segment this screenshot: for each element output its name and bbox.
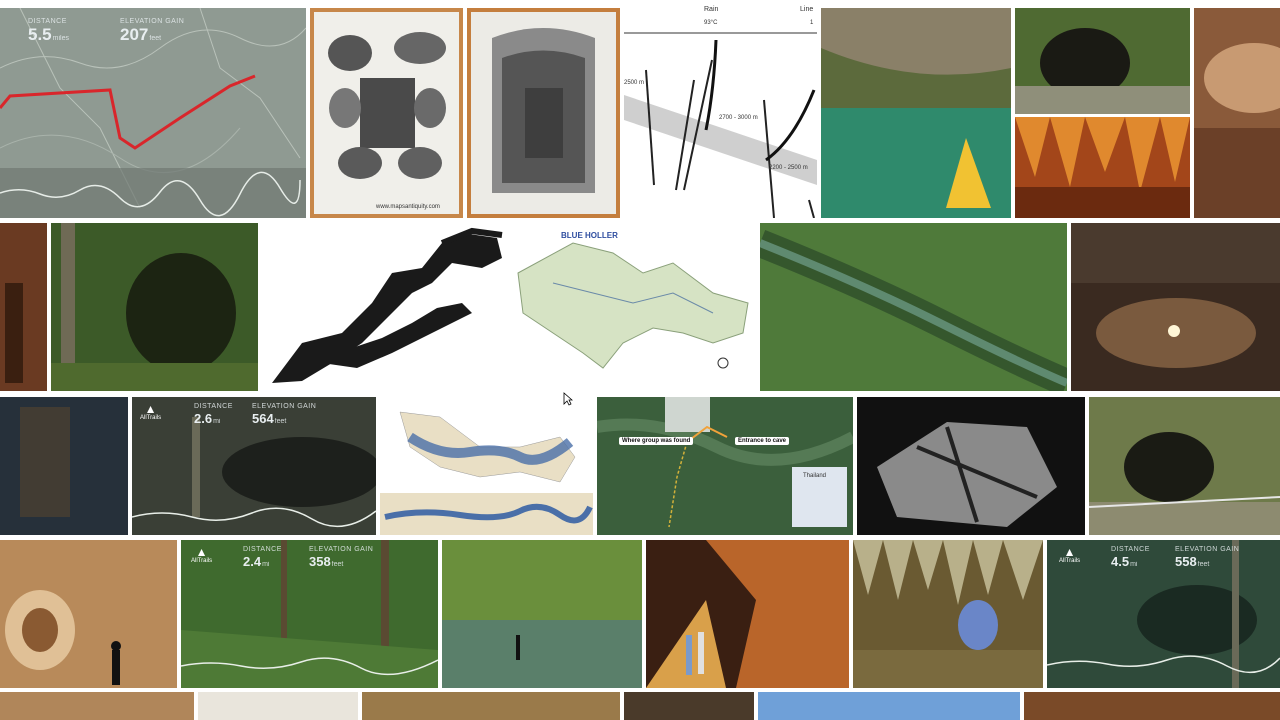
image-tile-river-forest[interactable] (442, 540, 642, 688)
cave-profile-diagram-graphic (380, 411, 593, 535)
image-tile-partial-cave-4[interactable] (1024, 692, 1280, 720)
alltrails-logo: ▲ AllTrails (1059, 545, 1081, 564)
tarp-rock-graphic (857, 397, 1085, 535)
image-tile-cave-brown-edge[interactable] (1194, 8, 1280, 218)
river-forest-graphic (442, 540, 642, 688)
engraving-caption: www.mapsantiquity.com (376, 204, 440, 210)
mountain-icon: ▲ (1063, 545, 1076, 559)
image-tile-partial-sky[interactable] (758, 692, 1020, 720)
geology-line-value: 1 (810, 20, 814, 26)
dark-cave-wall-graphic (0, 397, 128, 535)
image-tile-cave-boardwalk[interactable] (1089, 397, 1280, 535)
trail-distance-stat: DISTANCE 4.5mi (1111, 546, 1150, 569)
image-tile-tarp-rock[interactable] (857, 397, 1085, 535)
callout-group-found: Where group was found (619, 437, 694, 445)
image-tile-cave-stalactites[interactable] (853, 540, 1043, 688)
blue-holler-map-graphic (517, 242, 749, 369)
mouse-cursor-icon (563, 392, 573, 406)
image-tile-location-map[interactable]: Where group was found Entrance to cave T… (597, 397, 853, 535)
image-tile-cave-silhouette[interactable] (0, 540, 177, 688)
geology-header-rain: Rain (704, 6, 719, 13)
cave-brown-edge-graphic (1194, 8, 1280, 218)
geology-depth-label-1: 2500 m (624, 80, 645, 86)
alltrails-logo: ▲ AllTrails (191, 545, 213, 564)
cave-stalactites-graphic (853, 540, 1043, 688)
cave-silhouette-graphic (0, 540, 177, 688)
image-tile-trail-card-waterfall[interactable]: ▲ AllTrails DISTANCE 4.5mi ELEVATION GAIN… (1047, 540, 1280, 688)
lit-cave-walkway-graphic (646, 540, 849, 688)
image-tile-cave-edge-left[interactable] (0, 223, 47, 391)
cave-kayak-graphic (821, 8, 1011, 218)
trail-elevation-stat: ELEVATION GAIN 207feet (120, 18, 185, 44)
geology-depth-label-2: 2700 - 3000 m (719, 115, 758, 121)
image-tile-lit-cave-walkway[interactable] (646, 540, 849, 688)
geology-header-line: Line (800, 6, 814, 13)
image-tile-cave-lantern[interactable] (1071, 223, 1280, 391)
image-tile-engraving-cave-single[interactable] (467, 8, 620, 218)
mountain-icon: ▲ (195, 545, 208, 559)
image-tile-trail-card-cave[interactable]: ▲ AllTrails DISTANCE 2.6mi ELEVATION GAIN… (132, 397, 376, 535)
geology-depth-label-3: 2200 - 2500 m (769, 165, 808, 171)
inset-map-label: Thailand (803, 473, 827, 479)
image-tile-blue-holler-map[interactable]: BLUE HOLLER (513, 223, 756, 391)
trail-distance-stat: DISTANCE 2.4mi (243, 546, 282, 569)
engraving-graphic (314, 12, 459, 214)
image-tile-partial-cave-3[interactable] (624, 692, 754, 720)
trail-elevation-stat: ELEVATION GAIN 358feet (309, 546, 374, 569)
image-tile-cave-entrance-green[interactable] (1015, 8, 1190, 114)
image-tile-cave-survey-map[interactable] (262, 223, 509, 391)
cave-formations-orange-graphic (1015, 117, 1190, 218)
cave-edge-left-graphic (0, 223, 47, 391)
forest-cave-mouth-graphic (51, 223, 258, 391)
cave-survey-map-graphic (272, 227, 503, 383)
geology-temp-label: 93°C (704, 20, 718, 26)
cave-boardwalk-graphic (1089, 397, 1280, 535)
location-map-graphic (597, 397, 853, 535)
aerial-forest-graphic (760, 223, 1067, 391)
image-tile-geology-diagram[interactable]: Rain Line 93°C 1 2500 m 2700 - 3000 m 22… (624, 0, 817, 218)
blue-holler-title: BLUE HOLLER (561, 231, 618, 240)
image-tile-aerial-forest[interactable] (760, 223, 1067, 391)
image-tile-partial-cave-1[interactable] (0, 692, 194, 720)
cave-lantern-graphic (1071, 223, 1280, 391)
image-tile-cave-profile-diagram[interactable] (380, 397, 593, 535)
image-tile-engraving-cave-collage[interactable]: www.mapsantiquity.com (310, 8, 463, 218)
callout-cave-entrance: Entrance to cave (735, 437, 790, 445)
trail-distance-stat: DISTANCE 2.6mi (194, 403, 233, 426)
image-tile-cave-formations-orange[interactable] (1015, 117, 1190, 218)
image-tile-partial-sketch[interactable] (198, 692, 358, 720)
trail-elevation-stat: ELEVATION GAIN 558feet (1175, 546, 1240, 569)
image-tile-trail-card-forest[interactable]: ▲ AllTrails DISTANCE 2.4mi ELEVATION GAIN… (181, 540, 438, 688)
image-tile-forest-cave-mouth[interactable] (51, 223, 258, 391)
mountain-icon: ▲ (144, 402, 157, 416)
image-tile-partial-cave-2[interactable] (362, 692, 620, 720)
trail-card-waterfall-graphic (1047, 540, 1280, 688)
engraving-single-graphic (471, 12, 616, 214)
image-tile-dark-cave-wall[interactable] (0, 397, 128, 535)
trail-distance-stat: DISTANCE 5.5miles (28, 18, 69, 44)
cave-entrance-green-graphic (1015, 8, 1190, 114)
image-tile-cave-kayak[interactable] (821, 8, 1011, 218)
geology-diagram-graphic (624, 32, 817, 218)
image-tile-trail-map[interactable]: DISTANCE 5.5miles ELEVATION GAIN 207feet (0, 8, 306, 218)
alltrails-logo: ▲ AllTrails (140, 402, 162, 421)
trail-elevation-stat: ELEVATION GAIN 564feet (252, 403, 317, 426)
